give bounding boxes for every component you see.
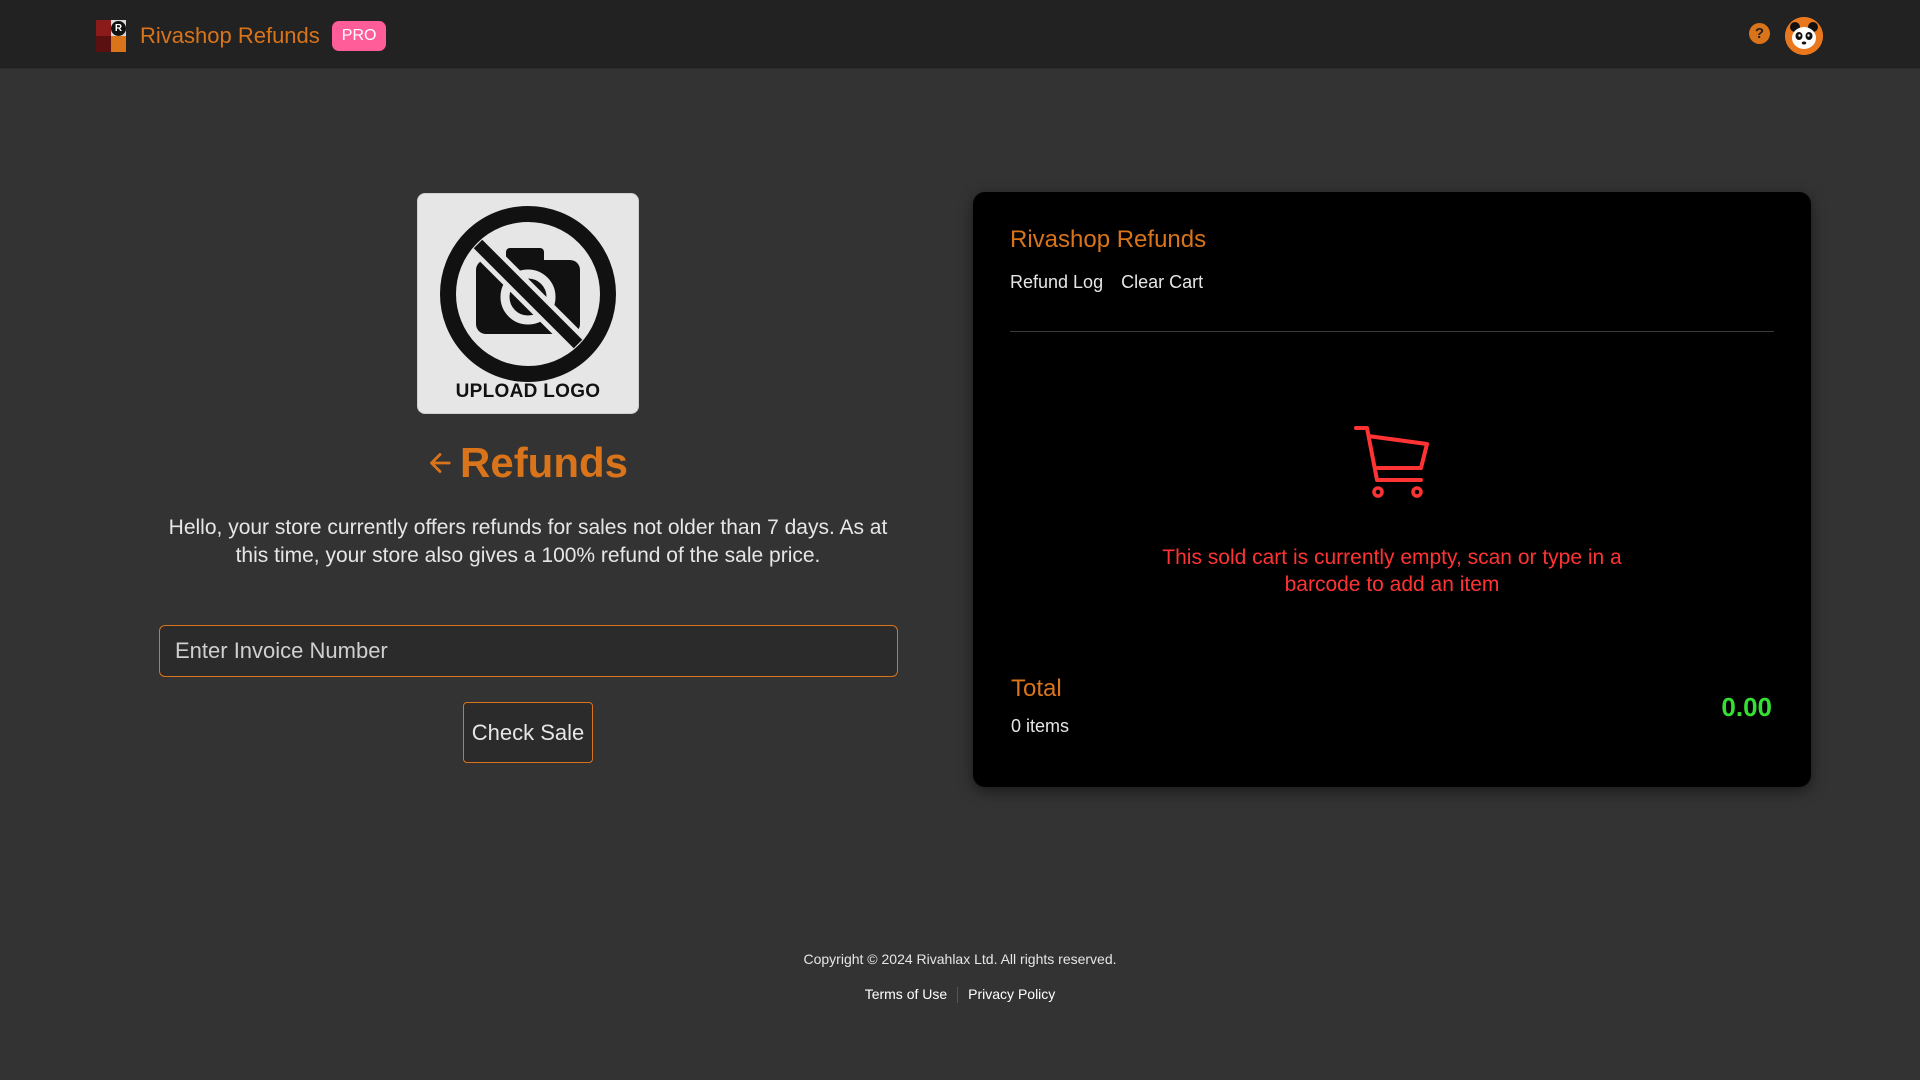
brand-logo-letter: R (111, 21, 126, 36)
total-amount: 0.00 (1721, 692, 1772, 722)
panda-avatar-icon (1785, 17, 1823, 55)
upload-logo-button[interactable]: UPLOAD LOGO (417, 193, 639, 414)
refund-policy-text: Hello, your store currently offers refun… (168, 516, 888, 567)
footer-links: Terms of Use Privacy Policy (0, 986, 1920, 1003)
cart-panel: Rivashop Refunds Refund Log Clear Cart T… (973, 192, 1811, 787)
back-arrow-icon[interactable] (428, 446, 452, 480)
check-sale-button[interactable]: Check Sale (463, 702, 593, 763)
terms-of-use-link[interactable]: Terms of Use (865, 986, 947, 1003)
cart-divider (1010, 331, 1774, 332)
clear-cart-link[interactable]: Clear Cart (1121, 272, 1203, 293)
item-count: 0 items (1011, 716, 1070, 736)
user-avatar[interactable] (1785, 17, 1823, 55)
total-label: Total (1011, 675, 1062, 702)
help-icon[interactable]: ? (1749, 23, 1770, 44)
brand-name[interactable]: Rivashop Refunds (140, 23, 320, 49)
brand-logo-icon: R (96, 20, 126, 52)
no-camera-icon (440, 206, 616, 382)
privacy-policy-link[interactable]: Privacy Policy (968, 986, 1055, 1003)
brand[interactable]: R Rivashop Refunds PRO (96, 18, 387, 54)
cart-title: Rivashop Refunds (1010, 226, 1207, 253)
invoice-number-input[interactable] (159, 625, 898, 677)
page-title: Refunds (460, 439, 628, 486)
shopping-cart-icon (1354, 426, 1429, 498)
page-heading: Refunds (428, 436, 628, 490)
pro-badge: PRO (331, 21, 387, 51)
copyright-text: Copyright © 2024 Rivahlax Ltd. All right… (803, 951, 1117, 967)
upload-logo-label: UPLOAD LOGO (455, 381, 601, 402)
footer-separator (957, 987, 959, 1003)
refund-log-link[interactable]: Refund Log (1010, 272, 1103, 293)
cart-actions: Refund Log Clear Cart (1010, 272, 1203, 293)
empty-cart-message: This sold cart is currently empty, scan … (1162, 546, 1622, 596)
top-navbar: R Rivashop Refunds PRO ? (0, 0, 1920, 69)
